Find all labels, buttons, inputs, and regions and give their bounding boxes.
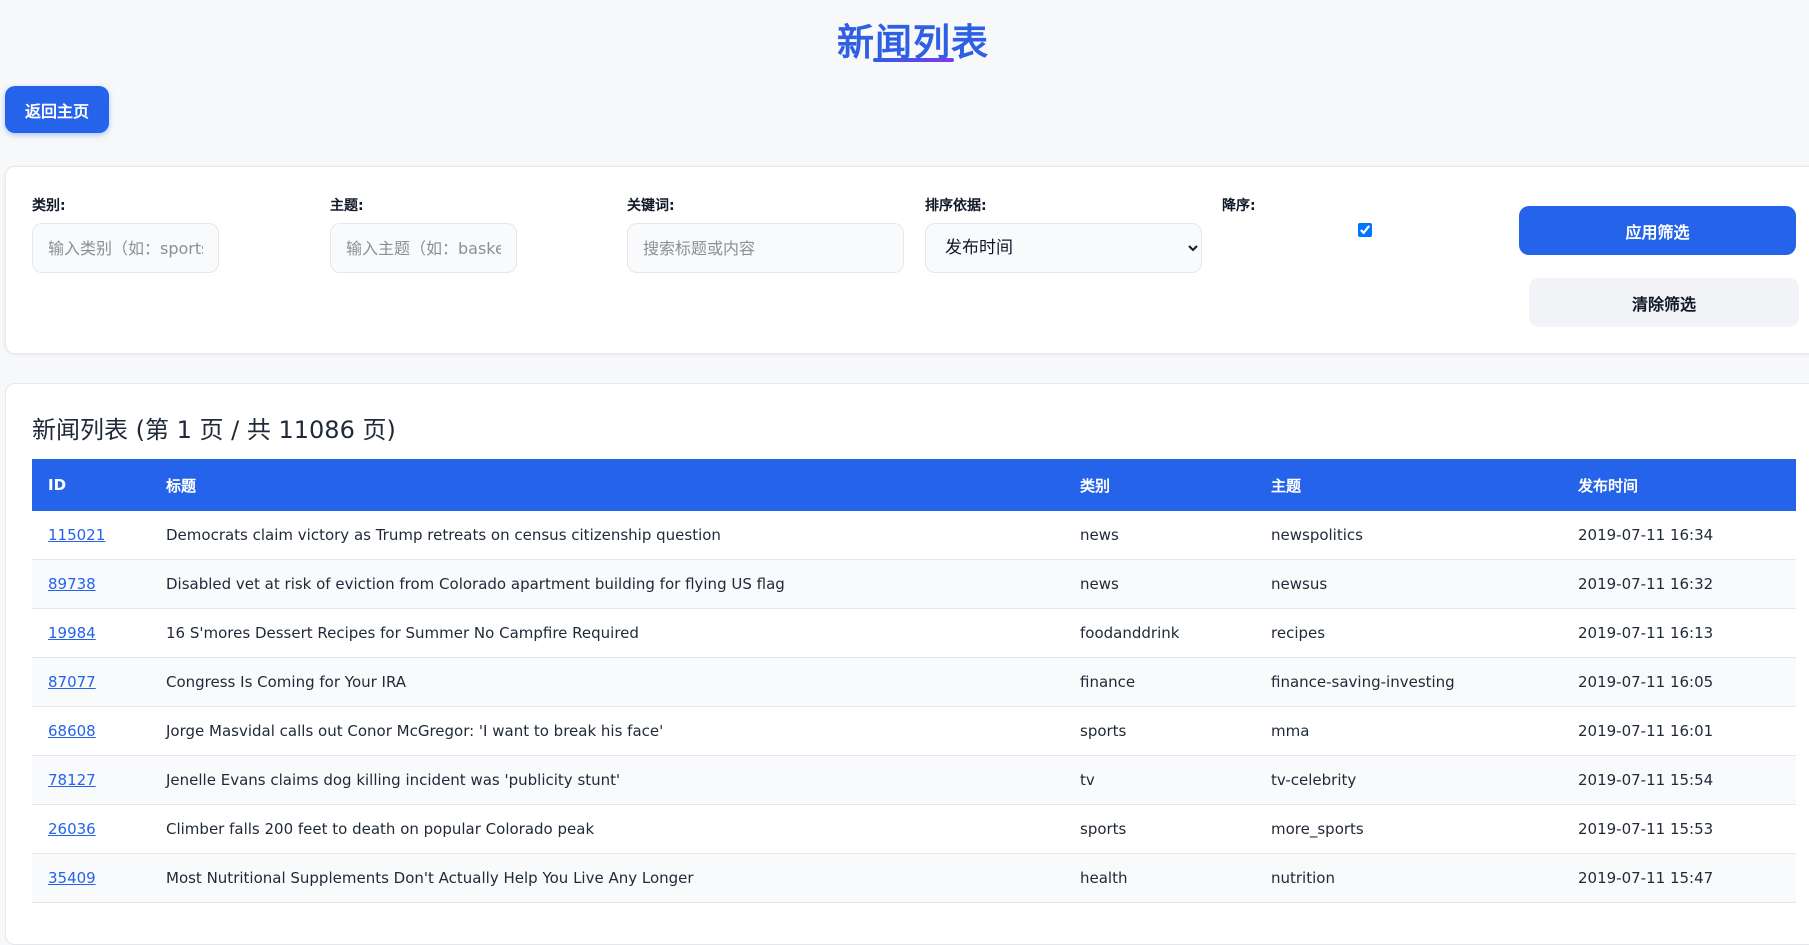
category-label: 类别: xyxy=(32,198,66,214)
row-id-cell: 87077 xyxy=(32,657,150,707)
row-time: 2019-07-11 15:47 xyxy=(1562,853,1796,903)
list-heading: 新闻列表 (第 1 页 / 共 11086 页) xyxy=(32,416,396,444)
row-time: 2019-07-11 16:32 xyxy=(1562,559,1796,609)
row-title: 16 S'mores Dessert Recipes for Summer No… xyxy=(150,608,1064,658)
row-time: 2019-07-11 15:54 xyxy=(1562,755,1796,805)
table-row: 89738 Disabled vet at risk of eviction f… xyxy=(32,559,1796,609)
news-id-link[interactable]: 26036 xyxy=(48,820,96,838)
descending-checkbox[interactable] xyxy=(1358,223,1372,237)
table-row: 78127 Jenelle Evans claims dog killing i… xyxy=(32,755,1796,805)
row-time: 2019-07-11 16:13 xyxy=(1562,608,1796,658)
descending-label: 降序: xyxy=(1222,198,1256,214)
column-header-time[interactable]: 发布时间 xyxy=(1562,459,1796,511)
row-title: Jorge Masvidal calls out Conor McGregor:… xyxy=(150,706,1064,756)
row-id-cell: 19984 xyxy=(32,608,150,658)
news-list-panel: 新闻列表 (第 1 页 / 共 11086 页) ID 标题 类别 主题 发布时… xyxy=(5,383,1809,945)
home-button[interactable]: 返回主页 xyxy=(5,86,109,133)
keyword-label: 关键词: xyxy=(627,198,675,214)
row-topic: more_sports xyxy=(1255,804,1562,854)
clear-filter-button[interactable]: 清除筛选 xyxy=(1529,278,1799,327)
news-id-link[interactable]: 19984 xyxy=(48,624,96,642)
news-id-link[interactable]: 115021 xyxy=(48,526,105,544)
row-topic: recipes xyxy=(1255,608,1562,658)
news-id-link[interactable]: 87077 xyxy=(48,673,96,691)
news-id-link[interactable]: 78127 xyxy=(48,771,96,789)
topic-input[interactable] xyxy=(330,223,517,273)
row-category: sports xyxy=(1064,706,1255,756)
column-header-topic[interactable]: 主题 xyxy=(1255,459,1562,511)
table-row: 26036 Climber falls 200 feet to death on… xyxy=(32,804,1796,854)
news-id-link[interactable]: 35409 xyxy=(48,869,96,887)
row-id-cell: 26036 xyxy=(32,804,150,854)
row-time: 2019-07-11 16:01 xyxy=(1562,706,1796,756)
row-category: finance xyxy=(1064,657,1255,707)
row-id-cell: 68608 xyxy=(32,706,150,756)
sort-select[interactable]: 发布时间 xyxy=(925,223,1202,273)
row-topic: nutrition xyxy=(1255,853,1562,903)
row-title: Jenelle Evans claims dog killing inciden… xyxy=(150,755,1064,805)
table-row: 115021 Democrats claim victory as Trump … xyxy=(32,511,1796,560)
row-title: Congress Is Coming for Your IRA xyxy=(150,657,1064,707)
row-title: Democrats claim victory as Trump retreat… xyxy=(150,511,1064,560)
row-title: Disabled vet at risk of eviction from Co… xyxy=(150,559,1064,609)
table-row: 19984 16 S'mores Dessert Recipes for Sum… xyxy=(32,608,1796,658)
table-row: 68608 Jorge Masvidal calls out Conor McG… xyxy=(32,706,1796,756)
row-time: 2019-07-11 15:53 xyxy=(1562,804,1796,854)
table-header-row: ID 标题 类别 主题 发布时间 xyxy=(32,459,1796,511)
news-table: ID 标题 类别 主题 发布时间 115021 Democrats claim … xyxy=(32,459,1796,903)
row-topic: mma xyxy=(1255,706,1562,756)
category-input[interactable] xyxy=(32,223,219,273)
news-id-link[interactable]: 89738 xyxy=(48,575,96,593)
row-topic: newspolitics xyxy=(1255,511,1562,560)
row-title: Climber falls 200 feet to death on popul… xyxy=(150,804,1064,854)
row-category: news xyxy=(1064,511,1255,560)
sort-label: 排序依据: xyxy=(925,198,987,214)
column-header-id[interactable]: ID xyxy=(32,459,150,511)
row-id-cell: 115021 xyxy=(32,511,150,560)
row-title: Most Nutritional Supplements Don't Actua… xyxy=(150,853,1064,903)
table-row: 87077 Congress Is Coming for Your IRA fi… xyxy=(32,657,1796,707)
row-topic: finance-saving-investing xyxy=(1255,657,1562,707)
row-category: tv xyxy=(1064,755,1255,805)
row-category: foodanddrink xyxy=(1064,608,1255,658)
row-category: health xyxy=(1064,853,1255,903)
row-id-cell: 78127 xyxy=(32,755,150,805)
row-id-cell: 35409 xyxy=(32,853,150,903)
column-header-category[interactable]: 类别 xyxy=(1064,459,1255,511)
row-id-cell: 89738 xyxy=(32,559,150,609)
row-time: 2019-07-11 16:34 xyxy=(1562,511,1796,560)
title-underline xyxy=(873,58,954,62)
row-topic: tv-celebrity xyxy=(1255,755,1562,805)
table-row: 35409 Most Nutritional Supplements Don't… xyxy=(32,853,1796,903)
row-time: 2019-07-11 16:05 xyxy=(1562,657,1796,707)
row-topic: newsus xyxy=(1255,559,1562,609)
apply-filter-button[interactable]: 应用筛选 xyxy=(1519,206,1796,255)
topic-label: 主题: xyxy=(330,198,364,214)
keyword-input[interactable] xyxy=(627,223,904,273)
filter-panel: 类别: 主题: 关键词: 排序依据: 发布时间 降序: 应用筛选 清除筛选 xyxy=(5,166,1809,354)
column-header-title[interactable]: 标题 xyxy=(150,459,1064,511)
row-category: sports xyxy=(1064,804,1255,854)
row-category: news xyxy=(1064,559,1255,609)
news-id-link[interactable]: 68608 xyxy=(48,722,96,740)
